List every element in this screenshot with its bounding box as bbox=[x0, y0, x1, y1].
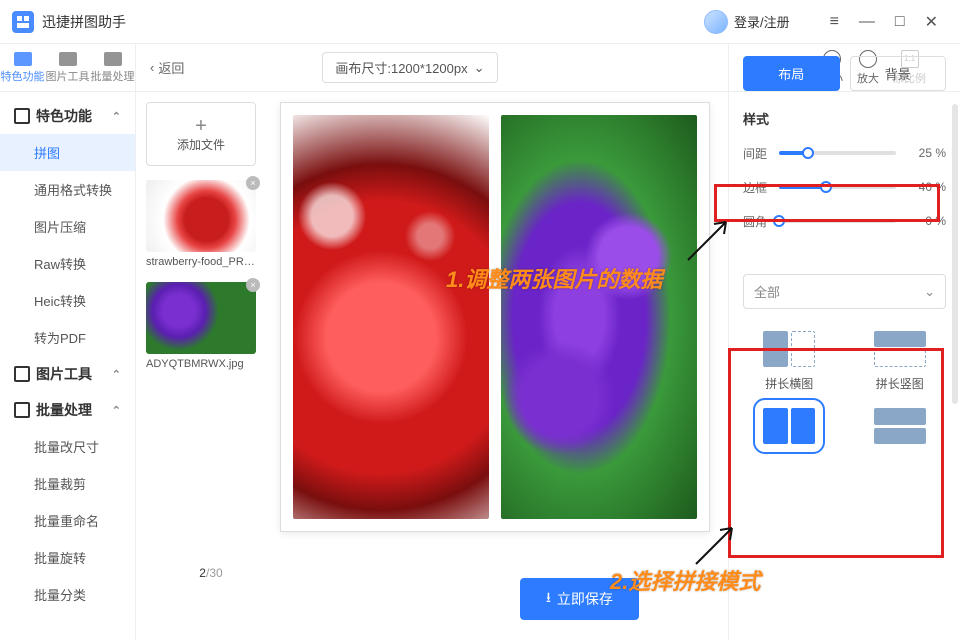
gap-slider-row: 间距 25 % bbox=[743, 142, 946, 164]
minimize-button[interactable]: — bbox=[849, 13, 885, 31]
sidebar-item-convert[interactable]: 通用格式转换 bbox=[0, 171, 135, 208]
sidebar-item-rotate[interactable]: 批量旋转 bbox=[0, 539, 135, 576]
right-panel: 布局 背景 样式 间距 25 % 边框 40 % 圆角 0 % 全部⌄ 拼长横图… bbox=[728, 44, 960, 640]
tab-image-tools[interactable]: 图片工具 bbox=[45, 44, 90, 91]
features-icon bbox=[14, 108, 30, 124]
background-tab-button[interactable]: 背景 bbox=[850, 56, 947, 91]
radius-slider[interactable] bbox=[779, 219, 896, 223]
thumbnail-2[interactable]: × bbox=[146, 282, 256, 354]
radius-slider-row: 圆角 0 % bbox=[743, 210, 946, 232]
menu-icon[interactable]: ≡ bbox=[820, 13, 849, 31]
sidebar-item-compress[interactable]: 图片压缩 bbox=[0, 208, 135, 245]
right-panel-scrollbar[interactable] bbox=[952, 104, 958, 404]
tools-icon bbox=[14, 366, 30, 382]
app-title: 迅捷拼图助手 bbox=[42, 12, 126, 32]
radius-label: 圆角 bbox=[743, 213, 771, 230]
sidebar-item-crop[interactable]: 批量裁剪 bbox=[0, 465, 135, 502]
download-icon: ⭳ bbox=[546, 587, 551, 611]
border-value: 40 % bbox=[904, 180, 946, 194]
sidebar-group-batch[interactable]: 批量处理⌃ bbox=[0, 392, 135, 428]
layout-option-2row[interactable] bbox=[860, 408, 941, 444]
thumbnail-1-name: strawberry-food_PRO... bbox=[146, 256, 256, 268]
layout-filter-dropdown[interactable]: 全部⌄ bbox=[743, 274, 946, 309]
chevron-up-icon: ⌃ bbox=[112, 404, 121, 417]
maximize-button[interactable]: □ bbox=[885, 13, 915, 31]
layout-option-2col[interactable] bbox=[749, 408, 830, 444]
sidebar-item-collage[interactable]: 拼图 bbox=[0, 134, 135, 171]
add-file-button[interactable]: +添加文件 bbox=[146, 102, 256, 166]
back-button[interactable]: ‹返回 bbox=[150, 58, 184, 77]
plus-icon: + bbox=[195, 116, 207, 136]
batch-group-icon bbox=[14, 402, 30, 418]
batch-icon bbox=[104, 52, 122, 66]
radius-value: 0 % bbox=[904, 214, 946, 228]
layout-tab-button[interactable]: 布局 bbox=[743, 56, 840, 91]
chevron-down-icon: ⌄ bbox=[474, 60, 485, 76]
sidebar: 特色功能⌃ 拼图 通用格式转换 图片压缩 Raw转换 Heic转换 转为PDF … bbox=[0, 92, 136, 640]
user-avatar-icon[interactable] bbox=[704, 10, 728, 34]
sidebar-item-heic[interactable]: Heic转换 bbox=[0, 282, 135, 319]
canvas-preview[interactable] bbox=[280, 102, 710, 532]
thumb-counter: 2/30 bbox=[146, 566, 276, 580]
chevron-up-icon: ⌃ bbox=[112, 110, 121, 123]
thumbnail-2-name: ADYQTBMRWX.jpg bbox=[146, 358, 256, 370]
tab-batch[interactable]: 批量处理 bbox=[90, 44, 135, 91]
sidebar-item-resize[interactable]: 批量改尺寸 bbox=[0, 428, 135, 465]
close-button[interactable]: ✕ bbox=[915, 12, 948, 32]
border-label: 边框 bbox=[743, 179, 771, 196]
grid-icon bbox=[14, 52, 32, 66]
sidebar-item-classify[interactable]: 批量分类 bbox=[0, 576, 135, 613]
gap-label: 间距 bbox=[743, 145, 771, 162]
gallery-panel: +添加文件 × strawberry-food_PRO... × ADYQTBM… bbox=[136, 92, 266, 640]
sidebar-group-tools[interactable]: 图片工具⌃ bbox=[0, 356, 135, 392]
chevron-down-icon: ⌄ bbox=[924, 284, 935, 300]
canvas-size-dropdown[interactable]: 画布尺寸:1200*1200px⌄ bbox=[322, 52, 497, 83]
sidebar-item-rename[interactable]: 批量重命名 bbox=[0, 502, 135, 539]
canvas-slot-right[interactable] bbox=[501, 115, 697, 519]
tab-features[interactable]: 特色功能 bbox=[0, 44, 45, 91]
gap-value: 25 % bbox=[904, 146, 946, 160]
app-logo-icon bbox=[12, 11, 34, 33]
border-slider-row: 边框 40 % bbox=[743, 176, 946, 198]
sidebar-item-raw[interactable]: Raw转换 bbox=[0, 245, 135, 282]
chevron-left-icon: ‹ bbox=[150, 60, 154, 75]
nav-tabs: 特色功能 图片工具 批量处理 bbox=[0, 44, 136, 92]
gap-slider[interactable] bbox=[779, 151, 896, 155]
canvas-slot-left[interactable] bbox=[293, 115, 489, 519]
remove-thumb-icon[interactable]: × bbox=[246, 176, 260, 190]
image-icon bbox=[59, 52, 77, 66]
sidebar-item-pdf[interactable]: 转为PDF bbox=[0, 319, 135, 356]
chevron-up-icon: ⌃ bbox=[112, 368, 121, 381]
layout-option-h-extend[interactable]: 拼长横图 bbox=[749, 331, 830, 392]
titlebar: 迅捷拼图助手 登录/注册 ≡ — □ ✕ bbox=[0, 0, 960, 44]
export-button[interactable]: ⭳立即保存 bbox=[520, 578, 639, 620]
style-section-title: 样式 bbox=[743, 109, 946, 128]
layout-option-v-extend[interactable]: 拼长竖图 bbox=[860, 331, 941, 392]
login-link[interactable]: 登录/注册 bbox=[734, 12, 790, 31]
remove-thumb-icon[interactable]: × bbox=[246, 278, 260, 292]
sidebar-group-features[interactable]: 特色功能⌃ bbox=[0, 98, 135, 134]
layout-grid: 拼长横图 拼长竖图 bbox=[743, 325, 946, 450]
border-slider[interactable] bbox=[779, 185, 896, 189]
thumbnail-1[interactable]: × bbox=[146, 180, 256, 252]
